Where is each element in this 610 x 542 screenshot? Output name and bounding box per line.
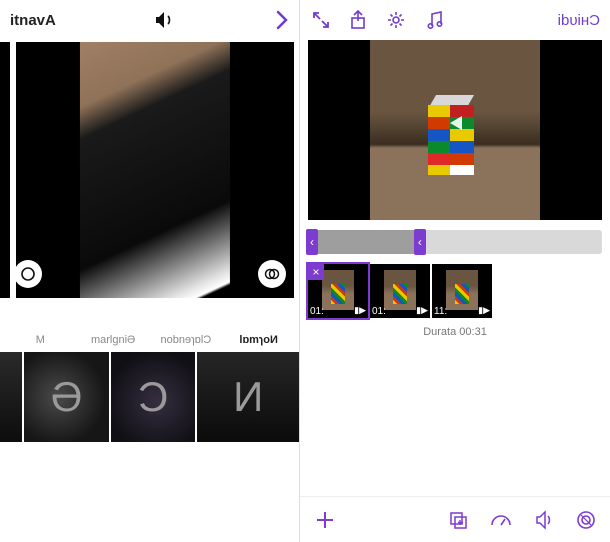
- clip-thumbs-row: × 01: ▮▶ 01: ▮▶ 11: ▮▶: [308, 264, 602, 318]
- trim-handle-end[interactable]: ‹: [414, 229, 426, 255]
- audio-icon[interactable]: [534, 510, 554, 530]
- gear-icon[interactable]: [386, 10, 406, 30]
- filter-label[interactable]: marlgniƏ: [77, 334, 150, 346]
- play-mini-icon: ▮▶: [478, 305, 490, 316]
- close-link[interactable]: ibυiʜϽ: [558, 12, 600, 29]
- trim-range: [308, 230, 414, 254]
- boomerang-left-button[interactable]: [14, 260, 42, 288]
- expand-icon[interactable]: [312, 11, 330, 29]
- speaker-icon[interactable]: [154, 11, 176, 29]
- panel-editor: ibυiʜϽ ‹ ‹ × 01: ▮▶ 01: ▮▶ 11:: [300, 0, 610, 542]
- clip-preview-prev[interactable]: [0, 42, 10, 298]
- play-icon[interactable]: [438, 106, 472, 140]
- back-link[interactable]: itnavA: [10, 12, 56, 29]
- total-duration: Durata 00:31: [300, 326, 610, 338]
- clip-preview-current[interactable]: [16, 42, 294, 298]
- play-mini-icon: ▮▶: [416, 305, 428, 316]
- remove-clip-button[interactable]: ×: [308, 264, 324, 280]
- filter-tile[interactable]: [0, 352, 22, 442]
- filter-tile[interactable]: Ә: [24, 352, 109, 442]
- thumb-duration: 11:: [434, 306, 447, 317]
- play-mini-icon: ▮▶: [354, 305, 366, 316]
- trim-handle-start[interactable]: ‹: [306, 229, 318, 255]
- video-preview[interactable]: [308, 40, 602, 220]
- clip-thumb[interactable]: 01: ▮▶: [370, 264, 430, 318]
- chevron-right-icon[interactable]: [275, 10, 289, 30]
- share-icon[interactable]: [350, 10, 366, 30]
- duplicate-icon[interactable]: [448, 510, 468, 530]
- topbar-left: itnavA: [0, 0, 299, 40]
- filter-label[interactable]: M: [4, 334, 77, 346]
- filter-tiles-row: Ә Ͻ И: [0, 352, 299, 442]
- clip-frame: [80, 42, 230, 298]
- filter-label[interactable]: nobnɘɿɒlϽ: [150, 334, 223, 346]
- clip-thumb[interactable]: 11: ▮▶: [432, 264, 492, 318]
- boomerang-right-button[interactable]: [258, 260, 286, 288]
- thumb-duration: 01:: [372, 306, 386, 317]
- filter-tile[interactable]: Ͻ: [111, 352, 196, 442]
- bottom-toolbar: [300, 496, 610, 542]
- trim-bar[interactable]: ‹ ‹: [308, 230, 602, 254]
- filter-labels-row: M marlgniƏ nobnɘɿɒlϽ lɒmɿoИ: [0, 334, 299, 352]
- filters-strip: M marlgniƏ nobnɘɿɒlϽ lɒmɿoИ Ә Ͻ И: [0, 334, 299, 442]
- add-clip-button[interactable]: [314, 509, 336, 531]
- filter-tile[interactable]: И: [197, 352, 299, 442]
- panel-filters: itnavA M marlgniƏ nobnɘɿɒlϽ lɒmɿoИ: [0, 0, 300, 542]
- music-icon[interactable]: [426, 10, 444, 30]
- clip-preview-row: [0, 40, 299, 300]
- record-icon[interactable]: [576, 510, 596, 530]
- clip-thumb[interactable]: × 01: ▮▶: [308, 264, 368, 318]
- speed-icon[interactable]: [490, 511, 512, 529]
- topbar-right: ibυiʜϽ: [300, 0, 610, 40]
- filter-label-active[interactable]: lɒmɿoИ: [222, 334, 295, 346]
- thumb-duration: 01:: [310, 306, 324, 317]
